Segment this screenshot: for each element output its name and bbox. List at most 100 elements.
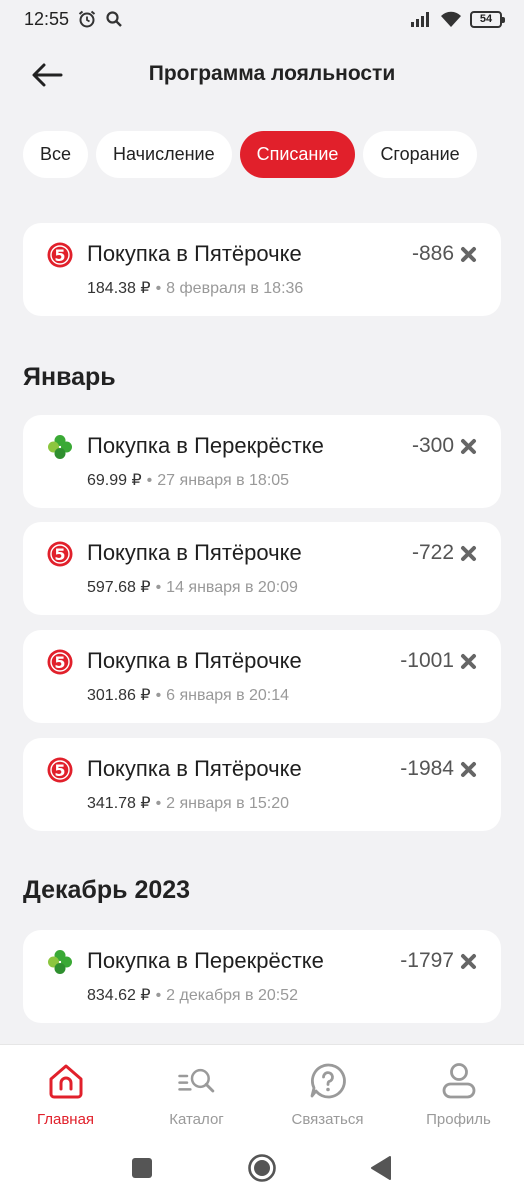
transaction-date: 14 января в 20:09: [166, 579, 298, 596]
pyaterochka-logo-icon: [47, 541, 73, 567]
transaction-title: Покупка в Пятёрочке: [87, 540, 302, 565]
points-icon: [460, 438, 477, 455]
transaction-points: -300: [412, 434, 477, 458]
nav-item-profile[interactable]: Профиль: [393, 1045, 524, 1139]
nav-item-contact[interactable]: Связаться: [262, 1045, 393, 1139]
filter-tabs: Все Начисление Списание Сгорание: [23, 131, 477, 178]
nav-item-catalog[interactable]: Каталог: [131, 1045, 262, 1139]
transaction-date: 27 января в 18:05: [157, 472, 290, 489]
tab-label: Сгорание: [380, 144, 460, 164]
transaction-card[interactable]: Покупка в Пятёрочке 184.38 ₽ • 8 февраля в…: [23, 223, 501, 316]
transaction-card[interactable]: Покупка в Пятёрочке 341.78 ₽ • 2 января в …: [23, 738, 501, 831]
tab-label: Списание: [256, 144, 339, 164]
transaction-subtitle: 184.38 ₽ • 8 февраля в 18:36: [87, 278, 303, 298]
transaction-subtitle: 597.68 ₽ • 14 января в 20:09: [87, 577, 298, 597]
triangle-back-icon: [371, 1156, 391, 1180]
tab-all[interactable]: Все: [23, 131, 89, 178]
perekrestok-logo-icon: [47, 434, 73, 460]
alarm-icon: [77, 9, 97, 29]
points-icon: [460, 953, 477, 970]
square-icon: [132, 1158, 152, 1178]
transaction-points: -1797: [400, 949, 477, 973]
battery-icon: 54: [470, 10, 505, 28]
transaction-amount: 341.78 ₽: [87, 795, 151, 812]
tab-label: Все: [40, 144, 72, 164]
transaction-amount: 834.62 ₽: [87, 987, 151, 1004]
system-nav-bar: [0, 1139, 524, 1200]
pyaterochka-logo-icon: [47, 757, 73, 783]
nav-label: Каталог: [169, 1111, 224, 1128]
separator-dot: •: [155, 579, 162, 596]
transaction-card[interactable]: Покупка в Пятёрочке 597.68 ₽ • 14 января в…: [23, 522, 501, 615]
transaction-title: Покупка в Перекрёстке: [87, 948, 324, 973]
recent-apps-button[interactable]: [127, 1153, 157, 1183]
pyaterochka-logo-icon: [47, 242, 73, 268]
back-system-button[interactable]: [366, 1153, 396, 1183]
battery-level: 54: [479, 13, 493, 25]
profile-icon: [439, 1061, 479, 1101]
points-value: -1984: [400, 757, 454, 780]
perekrestok-logo-icon: [47, 949, 73, 975]
transaction-subtitle: 69.99 ₽ • 27 января в 18:05: [87, 470, 289, 490]
tab-expiry[interactable]: Сгорание: [363, 131, 477, 178]
wifi-icon: [440, 11, 462, 28]
transaction-points: -1984: [400, 757, 477, 781]
transaction-amount: 301.86 ₽: [87, 687, 151, 704]
transaction-card[interactable]: Покупка в Перекрёстке 834.62 ₽ • 2 декабря…: [23, 930, 501, 1023]
separator-dot: •: [155, 687, 162, 704]
status-left: 12:55: [24, 9, 123, 30]
bottom-nav: Главная Каталог Связаться Профиль: [0, 1044, 524, 1139]
section-title-january: Январь: [23, 363, 116, 391]
signal-icon: [410, 11, 432, 27]
transaction-date: 8 февраля в 18:36: [166, 280, 304, 297]
transaction-points: -886: [412, 242, 477, 266]
page-title: Программа лояльности: [148, 62, 396, 85]
nav-label: Главная: [36, 1111, 95, 1128]
transaction-subtitle: 301.86 ₽ • 6 января в 20:14: [87, 685, 289, 705]
points-value: -722: [411, 541, 454, 564]
status-bar: 12:55 54: [0, 0, 524, 38]
nav-item-home[interactable]: Главная: [0, 1045, 131, 1139]
home-system-button[interactable]: [247, 1153, 277, 1183]
separator-dot: •: [155, 987, 162, 1004]
transaction-title: Покупка в Перекрёстке: [87, 433, 324, 458]
pyaterochka-logo-icon: [47, 649, 73, 675]
section-title-december: Декабрь 2023: [23, 876, 191, 904]
transaction-card[interactable]: Покупка в Перекрёстке 69.99 ₽ • 27 января …: [23, 415, 501, 508]
transaction-points: -1001: [400, 649, 477, 673]
tab-label: Начисление: [113, 144, 215, 164]
separator-dot: •: [155, 280, 162, 297]
points-value: -886: [411, 242, 454, 265]
points-value: -1001: [400, 649, 454, 672]
header: Программа лояльности: [0, 44, 524, 106]
home-icon: [46, 1061, 86, 1101]
transaction-card[interactable]: Покупка в Пятёрочке 301.86 ₽ • 6 января в …: [23, 630, 501, 723]
transaction-amount: 184.38 ₽: [87, 280, 151, 297]
tab-accrual[interactable]: Начисление: [96, 131, 232, 178]
points-value: -1797: [400, 949, 454, 972]
transaction-title: Покупка в Пятёрочке: [87, 241, 302, 266]
points-icon: [460, 246, 477, 263]
status-right: 54: [410, 10, 505, 28]
transaction-points: -722: [412, 541, 477, 565]
status-time: 12:55: [24, 8, 70, 29]
circle-icon: [248, 1154, 276, 1182]
transaction-subtitle: 834.62 ₽ • 2 декабря в 20:52: [87, 985, 298, 1005]
catalog-search-icon: [177, 1061, 217, 1101]
search-icon: [105, 10, 123, 28]
transaction-title: Покупка в Пятёрочке: [87, 648, 302, 673]
transaction-date: 2 января в 15:20: [166, 795, 290, 812]
transaction-amount: 69.99 ₽: [87, 472, 142, 489]
transaction-date: 6 января в 20:14: [166, 687, 290, 704]
nav-label: Профиль: [426, 1111, 491, 1128]
transaction-amount: 597.68 ₽: [87, 579, 151, 596]
transaction-date: 2 декабря в 20:52: [166, 987, 298, 1004]
separator-dot: •: [155, 795, 162, 812]
points-value: -300: [411, 434, 454, 457]
transaction-subtitle: 341.78 ₽ • 2 января в 15:20: [87, 793, 289, 813]
help-chat-icon: [308, 1061, 348, 1101]
points-icon: [460, 545, 477, 562]
points-icon: [460, 761, 477, 778]
points-icon: [460, 653, 477, 670]
tab-writeoff[interactable]: Списание: [239, 131, 356, 178]
